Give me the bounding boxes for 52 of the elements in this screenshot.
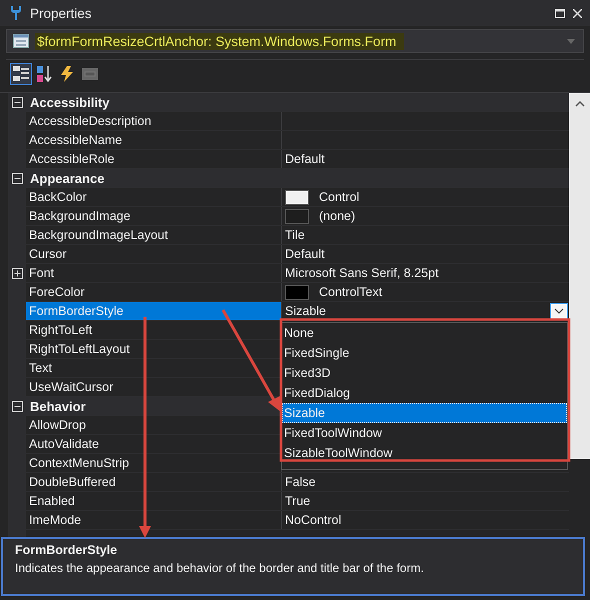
chevron-icon [554,308,564,314]
property-name[interactable]: ForeColor [26,283,282,301]
property-value: True [285,494,310,508]
description-text: Indicates the appearance and behavior of the border and title bar of the form. [15,561,425,575]
dropdown-option[interactable]: FixedDialog [282,383,567,403]
property-value: NoControl [285,513,342,527]
wrench-icon [10,5,22,21]
category-label: Behavior [30,398,86,414]
property-name[interactable]: FormBorderStyle [26,302,282,320]
collapse-icon[interactable] [12,172,23,184]
scrollbar[interactable] [569,93,590,459]
property-value: ControlText [319,285,382,299]
property-value: (none) [319,209,356,223]
property-name[interactable]: AccessibleRole [26,150,282,168]
dropdown-option[interactable]: FixedSingle [282,343,567,363]
collapse-icon[interactable] [12,400,23,412]
property-value: Microsoft Sans Serif, 8.25pt [285,266,439,280]
property-name[interactable]: BackgroundImage [26,207,282,225]
close-icon[interactable] [573,8,582,18]
categorized-button[interactable] [10,63,32,85]
property-value: Control [319,190,360,204]
category-label: Appearance [30,170,104,186]
maximize-icon[interactable] [555,8,565,18]
dropdown-option[interactable]: SizableToolWindow [282,443,567,463]
dropdown-arrow-icon [567,38,575,44]
property-value: Default [285,152,325,166]
form-icon [13,34,29,48]
dropdown-option[interactable]: Fixed3D [282,363,567,383]
property-value: Sizable [285,304,326,318]
description-title: FormBorderStyle [15,543,118,557]
property-name[interactable]: Enabled [26,492,282,510]
property-value: False [285,475,316,489]
property-value: Default [285,247,325,261]
scroll-up-icon[interactable] [574,101,584,107]
object-selector[interactable]: $formFormResizeCrtlAnchor: System.Windows.Forms.Form [6,29,584,53]
property-name[interactable]: Font [26,264,282,282]
dropdown-button[interactable] [550,302,568,320]
property-name[interactable]: DoubleBuffered [26,473,282,491]
dropdown-option[interactable]: Sizable [282,403,567,423]
property-value: Tile [285,228,305,242]
property-name[interactable]: Cursor [26,245,282,263]
property-name[interactable]: AccessibleName [26,131,282,149]
property-name[interactable]: BackColor [26,188,282,206]
collapse-icon[interactable] [12,96,23,108]
category-label: Accessibility [30,94,110,110]
property-name[interactable]: BackgroundImageLayout [26,226,282,244]
object-name: $formFormResizeCrtlAnchor: System.Windows.Forms.Form [35,32,404,50]
expand-icon[interactable] [12,268,22,278]
window-title: Properties [30,6,92,20]
dropdown-option[interactable]: FixedToolWindow [282,423,567,443]
dropdown-option[interactable]: None [282,323,567,343]
property-name[interactable]: AccessibleDescription [26,112,282,130]
